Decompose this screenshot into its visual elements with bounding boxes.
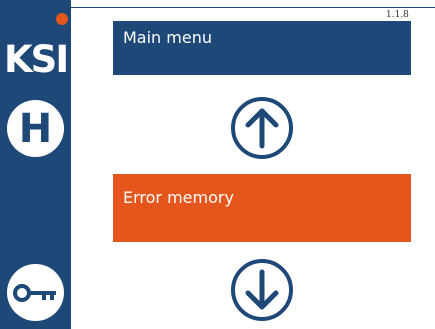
arrow-down-icon: [231, 259, 293, 321]
scroll-down-button[interactable]: [230, 258, 294, 322]
key-icon: [12, 283, 56, 302]
key-button[interactable]: [7, 264, 64, 321]
sidebar: KSI H: [0, 0, 71, 329]
error-memory-label: Error memory: [123, 188, 234, 207]
logo: KSI: [4, 38, 69, 81]
home-icon: H: [18, 105, 53, 152]
error-memory-button[interactable]: Error memory: [113, 174, 411, 242]
scroll-up-button[interactable]: [230, 96, 294, 160]
main-menu-label: Main menu: [123, 28, 212, 47]
main-menu-button[interactable]: Main menu: [113, 21, 411, 75]
ksi-screen: KSI H 1.1.8 Main menu Error memory: [0, 0, 435, 329]
home-button[interactable]: H: [7, 100, 64, 157]
arrow-up-icon: [231, 97, 293, 159]
version-label: 1.1.8: [386, 10, 409, 20]
status-dot-icon: [56, 13, 68, 25]
